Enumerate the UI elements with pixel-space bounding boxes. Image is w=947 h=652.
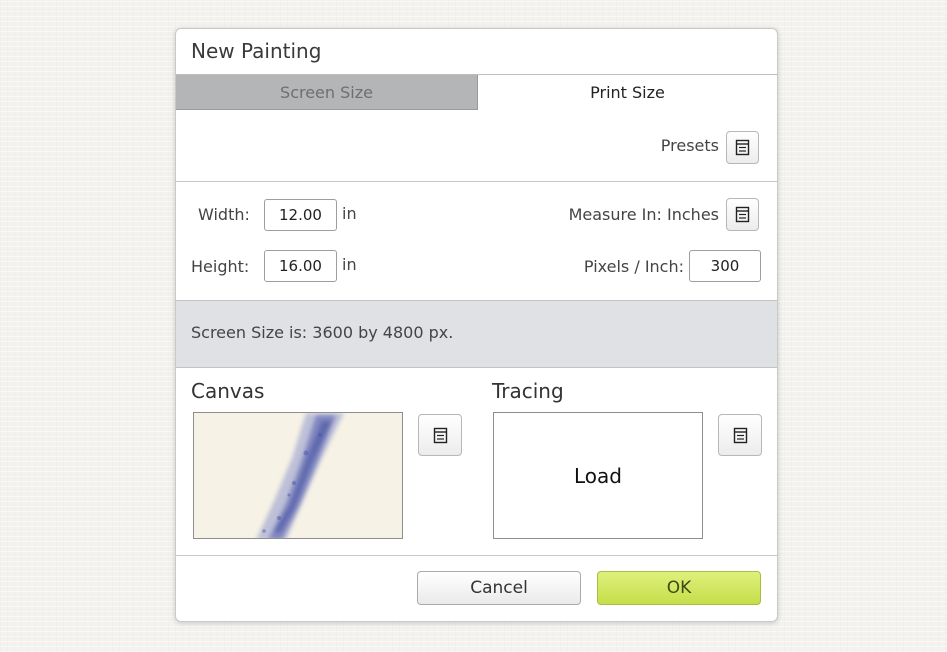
list-menu-icon (735, 139, 750, 156)
section-divider (176, 181, 777, 182)
ok-button[interactable]: OK (597, 571, 761, 605)
dialog-title: New Painting (191, 39, 322, 63)
tracing-title: Tracing (492, 379, 564, 403)
cancel-button[interactable]: Cancel (417, 571, 581, 605)
height-label: Height: (191, 257, 250, 276)
pixels-per-inch-label: Pixels / Inch: (583, 257, 684, 276)
screen-size-info: Screen Size is: 3600 by 4800 px. (176, 300, 777, 368)
canvas-thumbnail[interactable] (193, 412, 403, 539)
measure-in-label: Measure In: Inches (568, 205, 719, 224)
list-menu-icon (735, 206, 750, 223)
load-label: Load (574, 463, 622, 488)
tab-print-size[interactable]: Print Size (478, 75, 777, 110)
screen-size-text: Screen Size is: 3600 by 4800 px. (191, 323, 454, 342)
measure-in-menu-button[interactable] (726, 198, 759, 231)
list-menu-icon (433, 427, 447, 443)
width-unit: in (342, 204, 357, 223)
new-painting-dialog: New Painting Screen Size Print Size Pres… (175, 28, 778, 622)
tracing-menu-button[interactable] (718, 414, 762, 456)
canvas-menu-button[interactable] (418, 414, 462, 456)
width-label: Width: (198, 205, 250, 224)
canvas-texture-preview (194, 413, 402, 538)
list-menu-icon (733, 427, 747, 443)
tracing-load-area[interactable]: Load (493, 412, 703, 539)
presets-label: Presets (660, 136, 719, 155)
height-unit: in (342, 255, 357, 274)
pixels-per-inch-field[interactable] (689, 250, 761, 282)
tab-screen-size[interactable]: Screen Size (176, 75, 478, 110)
canvas-title: Canvas (191, 379, 265, 403)
presets-menu-button[interactable] (726, 131, 759, 164)
width-field[interactable] (264, 199, 337, 231)
height-field[interactable] (264, 250, 337, 282)
footer-divider (176, 555, 777, 556)
